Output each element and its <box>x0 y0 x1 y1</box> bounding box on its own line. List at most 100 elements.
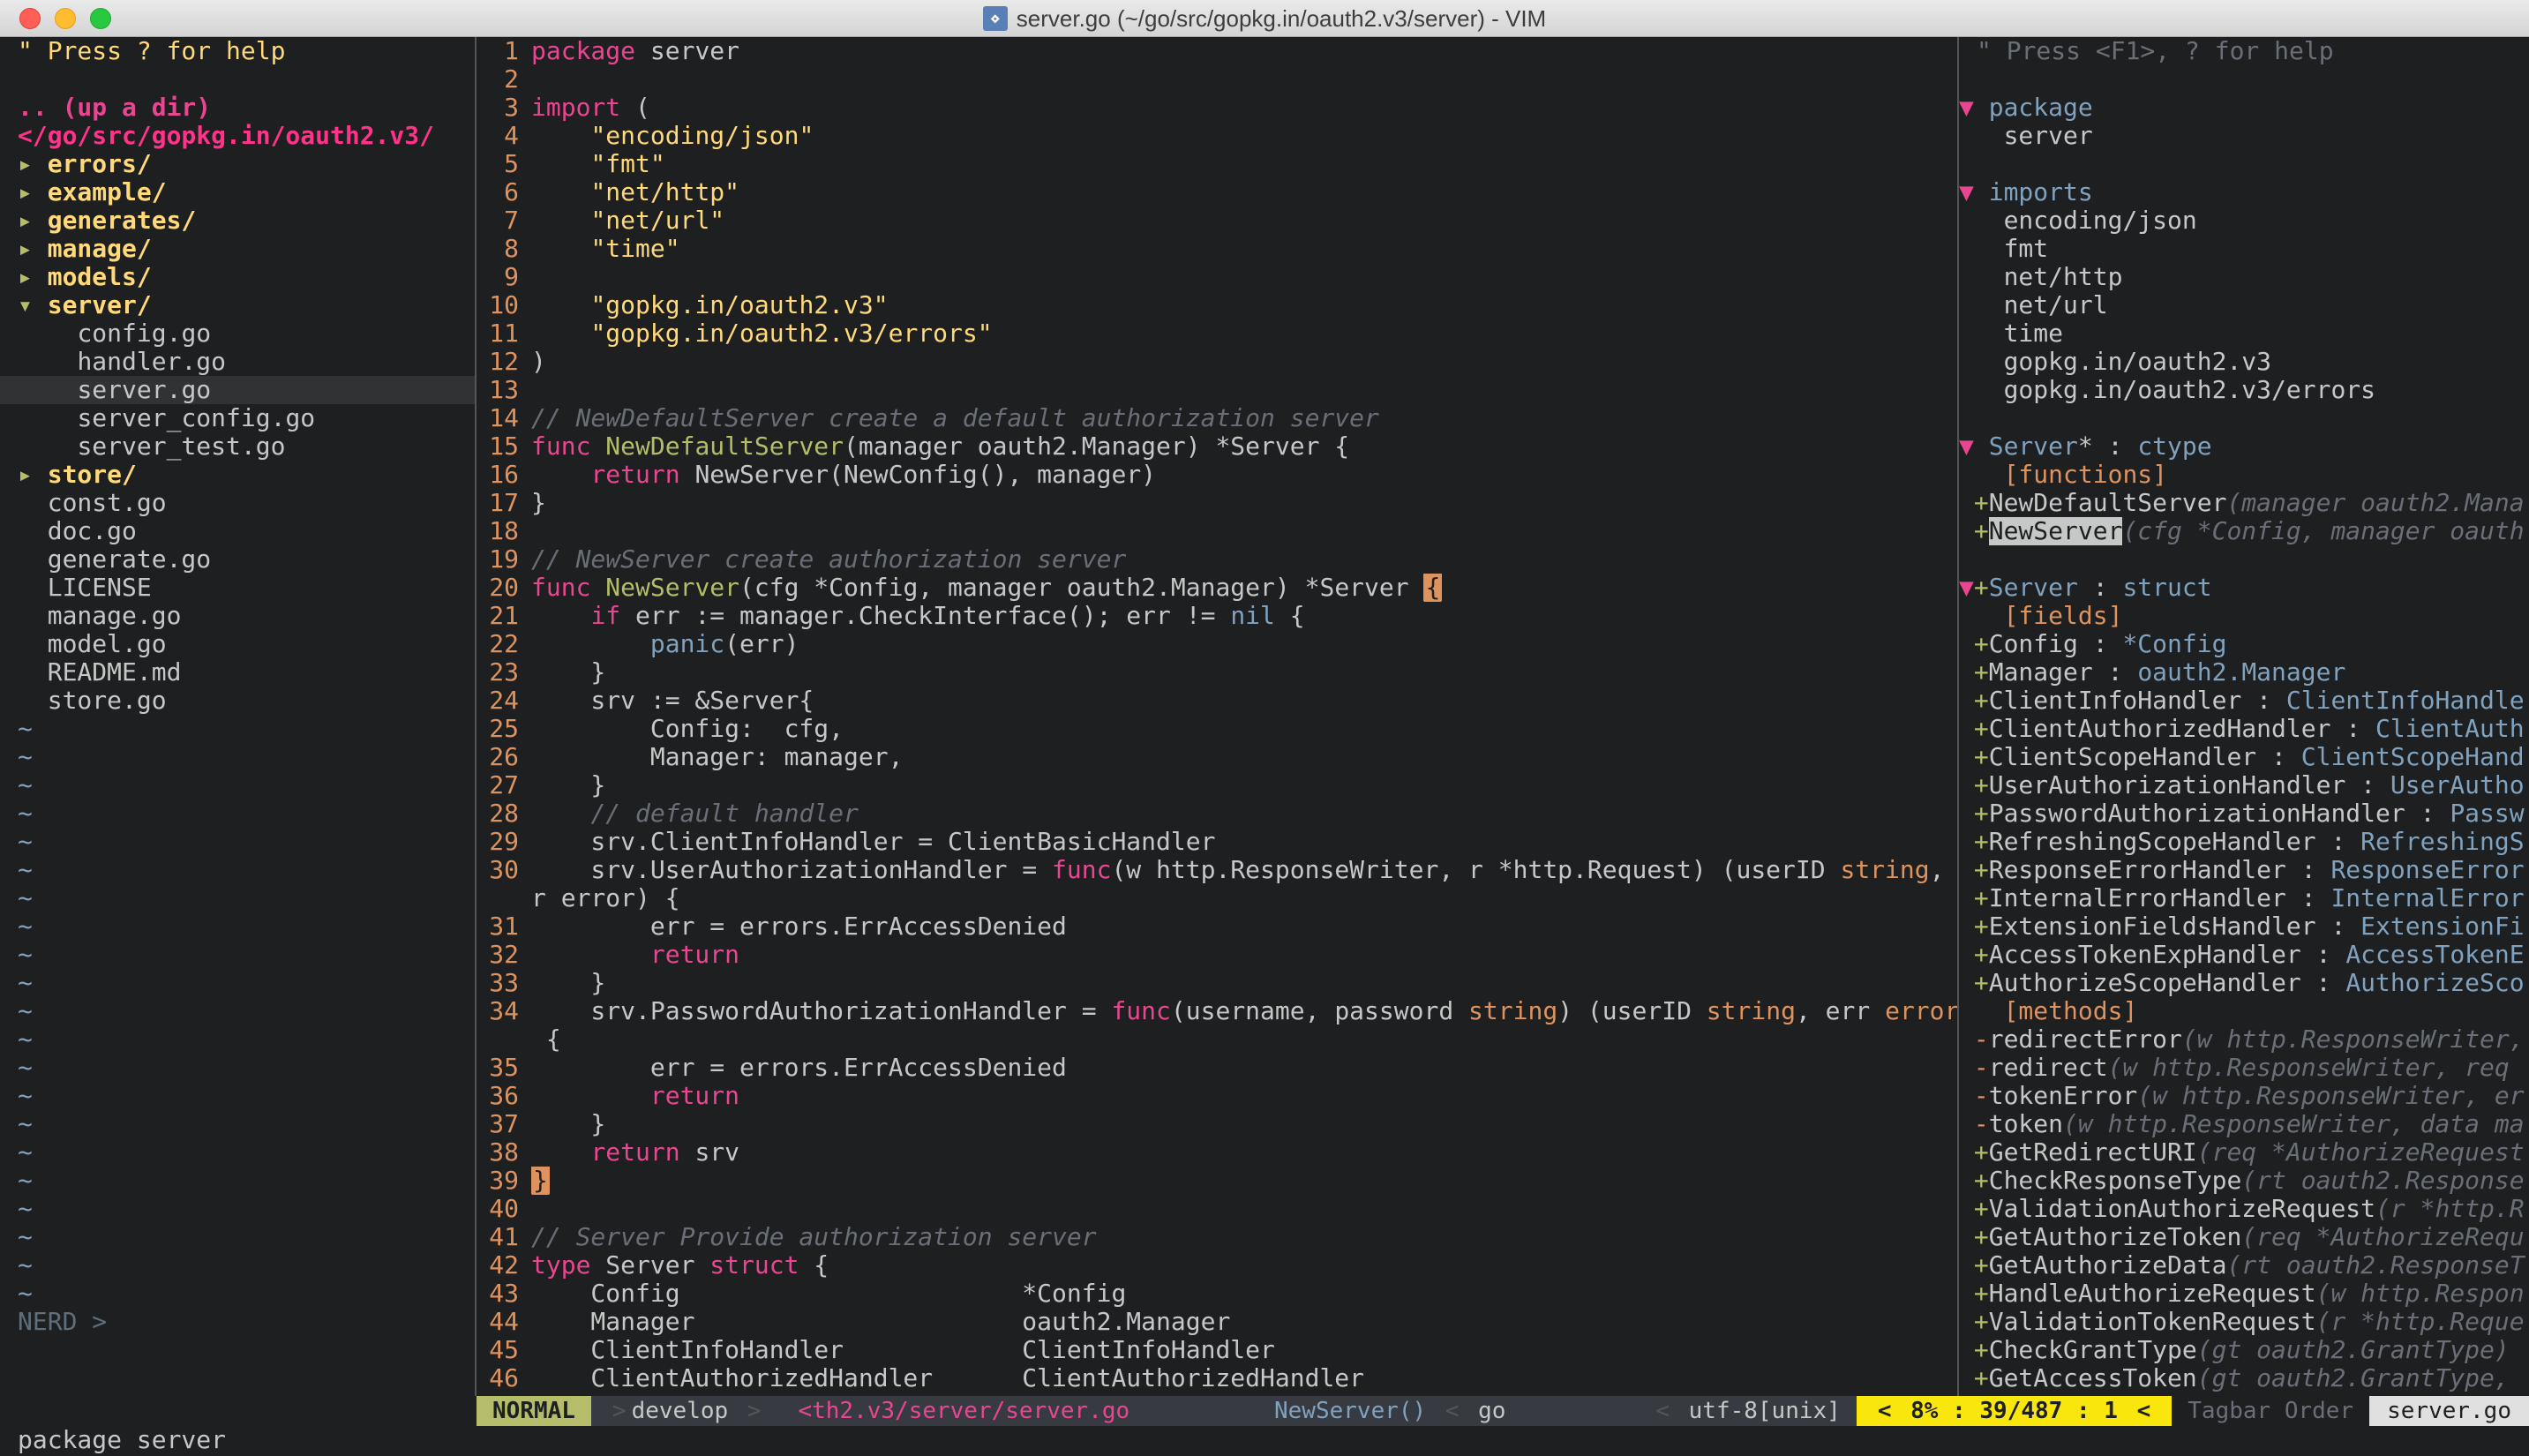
nerdtree-file[interactable]: server_config.go <box>0 404 475 432</box>
tag-header[interactable]: ▼+Server : struct <box>1959 574 2529 602</box>
code-line[interactable]: "gopkg.in/oauth2.v3/errors" <box>531 319 1957 348</box>
code-line[interactable] <box>531 376 1957 404</box>
code-line[interactable]: } <box>531 489 1957 517</box>
code-line[interactable]: } <box>531 771 1957 799</box>
code-line[interactable]: panic(err) <box>531 630 1957 658</box>
tag-header[interactable]: ▼ Server* : ctype <box>1959 432 2529 461</box>
tag-header[interactable]: ▼ imports <box>1959 178 2529 206</box>
code-line[interactable]: package server <box>531 37 1957 65</box>
code-line[interactable]: Manager oauth2.Manager <box>531 1308 1957 1336</box>
nerdtree-file[interactable]: handler.go <box>0 348 475 376</box>
code-line[interactable]: return srv <box>531 1138 1957 1167</box>
nerdtree-file[interactable]: store.go <box>0 687 475 715</box>
tag-field[interactable]: +AccessTokenExpHandler : AccessTokenE <box>1959 941 2529 969</box>
nerdtree-file[interactable]: const.go <box>0 489 475 517</box>
tag-field[interactable]: +AuthorizeScopeHandler : AuthorizeSco <box>1959 969 2529 997</box>
code-line[interactable]: srv.UserAuthorizationHandler = func(w ht… <box>531 856 1957 884</box>
tag-item[interactable]: fmt <box>1959 235 2529 263</box>
code-line[interactable]: err = errors.ErrAccessDenied <box>531 1054 1957 1082</box>
code-line[interactable]: if err := manager.CheckInterface(); err … <box>531 602 1957 630</box>
tag-field[interactable]: +Manager : oauth2.Manager <box>1959 658 2529 687</box>
code-line[interactable]: "encoding/json" <box>531 122 1957 150</box>
code-line[interactable]: // default handler <box>531 799 1957 828</box>
tag-field[interactable]: +ClientScopeHandler : ClientScopeHand <box>1959 743 2529 771</box>
code-line[interactable]: "gopkg.in/oauth2.v3" <box>531 291 1957 319</box>
code-line[interactable]: // Server Provide authorization server <box>531 1223 1957 1251</box>
tag-field[interactable]: +ClientInfoHandler : ClientInfoHandle <box>1959 687 2529 715</box>
tag-method[interactable]: -tokenError(w http.ResponseWriter, er <box>1959 1082 2529 1110</box>
nerdtree-dir[interactable]: ▾ server/ <box>0 291 475 319</box>
nerdtree-dir[interactable]: ▸ models/ <box>0 263 475 291</box>
code-line[interactable]: func NewServer(cfg *Config, manager oaut… <box>531 574 1957 602</box>
code-line[interactable]: return <box>531 941 1957 969</box>
code-line[interactable]: Config: cfg, <box>531 715 1957 743</box>
code-line-wrap[interactable]: { <box>531 1025 1957 1054</box>
code-line[interactable]: "time" <box>531 235 1957 263</box>
tag-section[interactable]: [methods] <box>1959 997 2529 1025</box>
tag-item[interactable]: net/http <box>1959 263 2529 291</box>
tag-field[interactable]: +ResponseErrorHandler : ResponseError <box>1959 856 2529 884</box>
tag-method[interactable]: -redirect(w http.ResponseWriter, req <box>1959 1054 2529 1082</box>
tag-header[interactable]: ▼ package <box>1959 94 2529 122</box>
code-line[interactable] <box>531 263 1957 291</box>
code-line[interactable]: srv.ClientInfoHandler = ClientBasicHandl… <box>531 828 1957 856</box>
code-line[interactable]: ClientAuthorizedHandler ClientAuthorized… <box>531 1364 1957 1392</box>
nerdtree-pane[interactable]: " Press ? for help .. (up a dir) </go/sr… <box>0 37 477 1396</box>
tag-method[interactable]: +HandleAuthorizeRequest(w http.Respon <box>1959 1280 2529 1308</box>
nerdtree-file[interactable]: config.go <box>0 319 475 348</box>
nerdtree-dir[interactable]: ▸ example/ <box>0 178 475 206</box>
tag-method[interactable]: +CheckGrantType(gt oauth2.GrantType) <box>1959 1336 2529 1364</box>
tag-method[interactable]: +GetAuthorizeToken(req *AuthorizeRequ <box>1959 1223 2529 1251</box>
code-line[interactable]: } <box>531 1110 1957 1138</box>
code-line[interactable]: func NewDefaultServer(manager oauth2.Man… <box>531 432 1957 461</box>
tag-field[interactable]: +ExtensionFieldsHandler : ExtensionFi <box>1959 912 2529 941</box>
tag-item[interactable]: time <box>1959 319 2529 348</box>
tag-section[interactable]: [fields] <box>1959 602 2529 630</box>
code-pane[interactable]: 1package server2 3import (4 "encoding/js… <box>477 37 1957 1396</box>
code-line-wrap[interactable]: r error) { <box>531 884 1957 912</box>
nerdtree-file[interactable]: manage.go <box>0 602 475 630</box>
nerdtree-file[interactable]: doc.go <box>0 517 475 545</box>
code-line[interactable]: } <box>531 658 1957 687</box>
code-line[interactable] <box>531 517 1957 545</box>
code-line[interactable]: ) <box>531 348 1957 376</box>
nerdtree-dir[interactable]: ▸ errors/ <box>0 150 475 178</box>
nerdtree-dir[interactable]: ▸ manage/ <box>0 235 475 263</box>
tag-item[interactable]: gopkg.in/oauth2.v3 <box>1959 348 2529 376</box>
code-line[interactable]: type Server struct { <box>531 1251 1957 1280</box>
code-line[interactable]: // NewDefaultServer create a default aut… <box>531 404 1957 432</box>
code-line[interactable]: } <box>531 969 1957 997</box>
tag-method[interactable]: +GetRedirectURI(req *AuthorizeRequest <box>1959 1138 2529 1167</box>
nerdtree-file[interactable]: model.go <box>0 630 475 658</box>
tag-method[interactable]: +ValidationTokenRequest(r *http.Reque <box>1959 1308 2529 1336</box>
tag-function[interactable]: +NewDefaultServer(manager oauth2.Mana <box>1959 489 2529 517</box>
code-line[interactable]: Manager: manager, <box>531 743 1957 771</box>
code-line[interactable]: return <box>531 1082 1957 1110</box>
code-line[interactable]: ClientInfoHandler ClientInfoHandler <box>531 1336 1957 1364</box>
tag-method[interactable]: +ValidationAuthorizeRequest(r *http.R <box>1959 1195 2529 1223</box>
code-line[interactable] <box>531 65 1957 94</box>
nerdtree-updir[interactable]: .. (up a dir) <box>0 94 475 122</box>
code-line[interactable]: "fmt" <box>531 150 1957 178</box>
tag-field[interactable]: +RefreshingScopeHandler : RefreshingS <box>1959 828 2529 856</box>
code-line[interactable]: } <box>531 1167 1957 1195</box>
nerdtree-file[interactable]: generate.go <box>0 545 475 574</box>
tag-method[interactable]: -token(w http.ResponseWriter, data ma <box>1959 1110 2529 1138</box>
nerdtree-file[interactable]: LICENSE <box>0 574 475 602</box>
tag-field[interactable]: +PasswordAuthorizationHandler : Passw <box>1959 799 2529 828</box>
nerdtree-file[interactable]: server.go <box>0 376 475 404</box>
code-line[interactable]: "net/url" <box>531 206 1957 235</box>
code-line[interactable]: srv.PasswordAuthorizationHandler = func(… <box>531 997 1957 1025</box>
nerdtree-file[interactable]: server_test.go <box>0 432 475 461</box>
code-line[interactable]: // NewServer create authorization server <box>531 545 1957 574</box>
tag-field[interactable]: +UserAuthorizationHandler : UserAutho <box>1959 771 2529 799</box>
tag-item[interactable]: encoding/json <box>1959 206 2529 235</box>
tag-item[interactable]: net/url <box>1959 291 2529 319</box>
code-line[interactable]: import ( <box>531 94 1957 122</box>
tagbar-pane[interactable]: " Press <F1>, ? for help ▼ package serve… <box>1957 37 2529 1396</box>
commandline[interactable]: package server <box>0 1426 2529 1456</box>
nerdtree-dir[interactable]: ▸ store/ <box>0 461 475 489</box>
code-line[interactable]: err = errors.ErrAccessDenied <box>531 912 1957 941</box>
code-line[interactable]: Config *Config <box>531 1280 1957 1308</box>
tag-item[interactable]: server <box>1959 122 2529 150</box>
